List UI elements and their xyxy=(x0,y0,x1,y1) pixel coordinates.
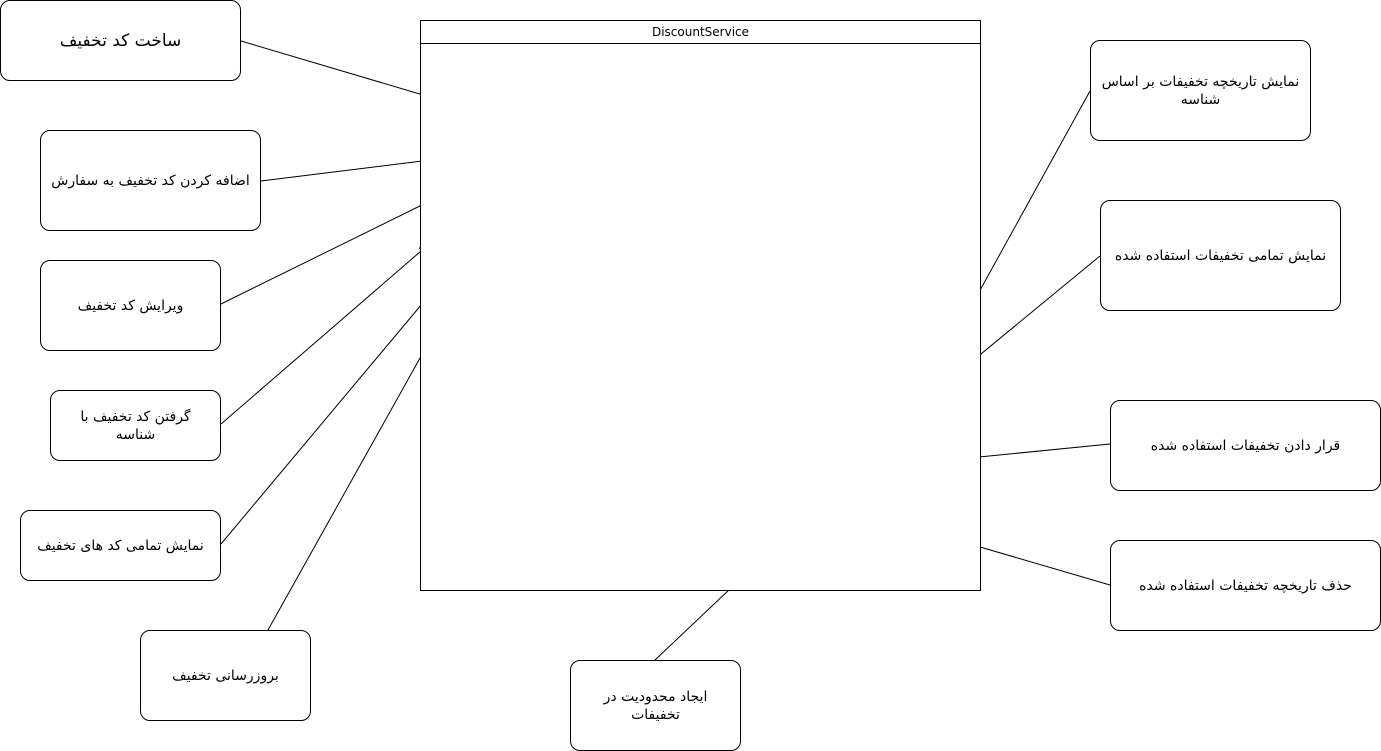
node-discount-limit: ایجاد محدودیت در تخفیفات xyxy=(570,660,741,751)
discount-service-container: DiscountService xyxy=(420,20,981,591)
arrow-create-code xyxy=(240,40,441,102)
node-label: نمایش تاریخچه تخفیفات بر اساس شناسه xyxy=(1101,73,1300,108)
node-edit-discount-code: ویرایش کد تخفیف xyxy=(40,260,221,351)
node-list-used-discounts: نمایش تمامی تخفیفات استفاده شده xyxy=(1100,200,1341,311)
node-label: نمایش تمامی کد های تخفیف xyxy=(37,537,204,554)
arrow-update xyxy=(267,341,430,631)
node-delete-used-history: حذف تاریخچه تخفیفات استفاده شده xyxy=(1110,540,1381,631)
node-set-used-discounts: قرار دادن تخفیفات استفاده شده xyxy=(1110,400,1381,491)
node-label: قرار دادن تخفیفات استفاده شده xyxy=(1150,437,1341,454)
node-label: ایجاد محدودیت در تخفیفات xyxy=(603,688,708,723)
node-label: حذف تاریخچه تخفیفات استفاده شده xyxy=(1139,577,1352,594)
container-title: DiscountService xyxy=(421,21,980,44)
node-label: بروزرسانی تخفیف xyxy=(172,667,279,684)
node-label: اضافه کردن کد تخفیف به سفارش xyxy=(51,172,250,189)
node-label: ویرایش کد تخفیف xyxy=(77,297,184,314)
node-label: نمایش تمامی تخفیفات استفاده شده xyxy=(1114,247,1327,264)
arrow-list-codes xyxy=(220,291,433,545)
node-label: گرفتن کد تخفیف با شناسه xyxy=(80,408,191,443)
node-get-code-by-id: گرفتن کد تخفیف با شناسه xyxy=(50,390,221,461)
node-history-by-id: نمایش تاریخچه تخفیفات بر اساس شناسه xyxy=(1090,40,1311,141)
node-add-code-to-order: اضافه کردن کد تخفیف به سفارش xyxy=(40,130,261,231)
node-create-discount-code: ساخت کد تخفیف xyxy=(0,0,241,81)
node-update-discount: بروزرسانی تخفیف xyxy=(140,630,311,721)
node-label: ساخت کد تخفیف xyxy=(59,30,182,51)
node-list-all-codes: نمایش تمامی کد های تخفیف xyxy=(20,510,221,581)
arrow-add-to-order xyxy=(260,157,431,182)
